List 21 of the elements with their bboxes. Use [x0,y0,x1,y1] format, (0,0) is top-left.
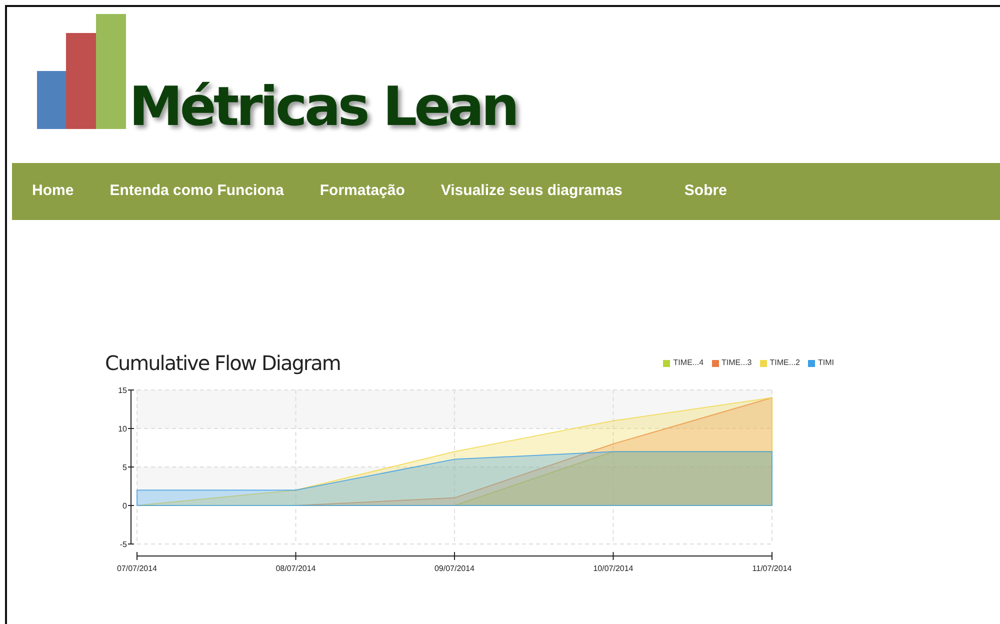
legend-label: TIMI [818,357,834,369]
axis-label: -5 [120,540,127,549]
axis-label: 5 [122,463,127,472]
axis-label: 08/07/2014 [276,564,316,573]
logo-text: Métricas Lean [129,74,517,140]
axis-label: 10 [118,424,127,434]
legend-label: TIME...2 [770,357,800,369]
legend-label: TIME...4 [673,357,704,369]
axis-label: 11/07/2014 [752,564,792,573]
nav-link[interactable]: Visualize seus diagramas [440,180,622,203]
nav-link[interactable]: Entenda como Funciona [110,180,284,203]
nav-link[interactable]: Sobre [684,180,727,203]
nav-link[interactable]: Home [32,180,74,203]
chart-title: Cumulative Flow Diagram [105,350,340,377]
axis-label: 0 [122,502,127,510]
axis-label: 15 [118,386,127,395]
axis-label: 07/07/2014 [116,564,158,573]
axis-label: 10/07/2014 [593,564,634,573]
axis-label: 09/07/2014 [434,564,475,573]
legend-label: TIME...3 [722,357,752,369]
nav-link[interactable]: Formatação [320,180,405,203]
